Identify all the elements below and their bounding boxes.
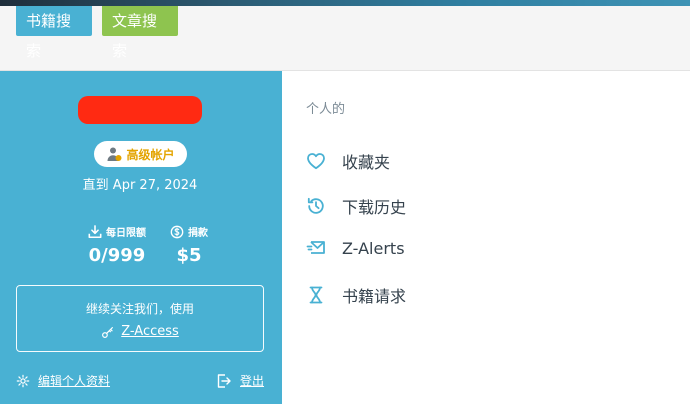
key-icon — [102, 326, 114, 338]
daily-limit-label: 每日限额 — [106, 228, 146, 239]
download-history-menu-item[interactable]: 下载历史 — [306, 194, 406, 218]
download-icon — [88, 224, 102, 238]
z-alerts-menu-item[interactable]: Z-Alerts — [306, 238, 405, 258]
donation-label: 捐款 — [188, 228, 208, 239]
article-search-tab[interactable]: 文章搜索 — [102, 6, 178, 60]
personal-section-label: 个人的 — [306, 102, 346, 117]
favorites-label: 收藏夹 — [342, 153, 391, 172]
book-requests-menu-item[interactable]: 书籍请求 — [306, 283, 406, 307]
book-requests-label: 书籍请求 — [342, 287, 407, 306]
heart-icon — [307, 153, 325, 170]
logout-label[interactable]: 登出 — [240, 372, 264, 389]
favorites-menu-item[interactable]: 收藏夹 — [306, 149, 390, 173]
premium-account-badge: 高级帐户 — [94, 141, 187, 167]
logout-icon — [217, 373, 231, 388]
z-access-link[interactable]: Z-Access — [121, 324, 179, 339]
donation-icon — [170, 225, 184, 238]
z-access-follow-box: 继续关注我们，使用 Z-Access — [16, 285, 264, 352]
mail-icon — [306, 241, 325, 254]
z-alerts-label: Z-Alerts — [342, 238, 405, 258]
premium-account-label: 高级帐户 — [126, 147, 175, 162]
redacted-username — [80, 96, 200, 124]
subscription-until: 直到 Apr 27, 2024 — [82, 178, 198, 193]
follow-text: 继续关注我们，使用 — [85, 302, 194, 316]
download-history-label: 下载历史 — [342, 198, 407, 217]
edit-profile-label[interactable]: 编辑个人资料 — [38, 372, 110, 389]
logout-link[interactable]: 登出 — [216, 372, 264, 389]
hourglass-icon — [309, 286, 323, 304]
donation-stat: 捐款 $5 — [144, 224, 234, 266]
user-badge-icon — [107, 147, 122, 161]
history-icon — [307, 197, 324, 214]
edit-profile-link[interactable]: 编辑个人资料 — [16, 372, 110, 389]
gear-icon — [16, 374, 30, 387]
book-search-tab[interactable]: 书籍搜索 — [16, 6, 92, 60]
donation-value: $5 — [176, 245, 202, 266]
